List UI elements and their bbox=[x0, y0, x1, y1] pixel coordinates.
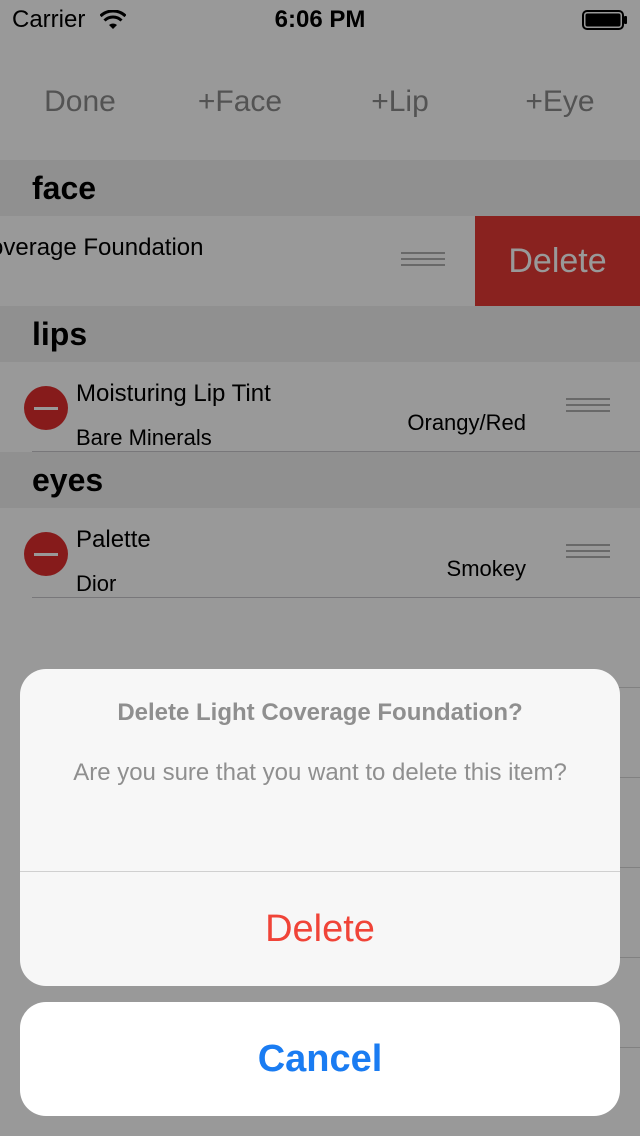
action-sheet-message: Are you sure that you want to delete thi… bbox=[73, 759, 567, 786]
action-sheet: Delete Light Coverage Foundation? Are yo… bbox=[20, 669, 620, 986]
confirm-delete-button[interactable]: Delete bbox=[20, 872, 620, 986]
screen: Carrier 6:06 PM Done +Face +Lip +Eye fac… bbox=[0, 0, 640, 1136]
cancel-button[interactable]: Cancel bbox=[20, 1002, 620, 1116]
action-sheet-title: Delete Light Coverage Foundation? bbox=[117, 699, 523, 726]
